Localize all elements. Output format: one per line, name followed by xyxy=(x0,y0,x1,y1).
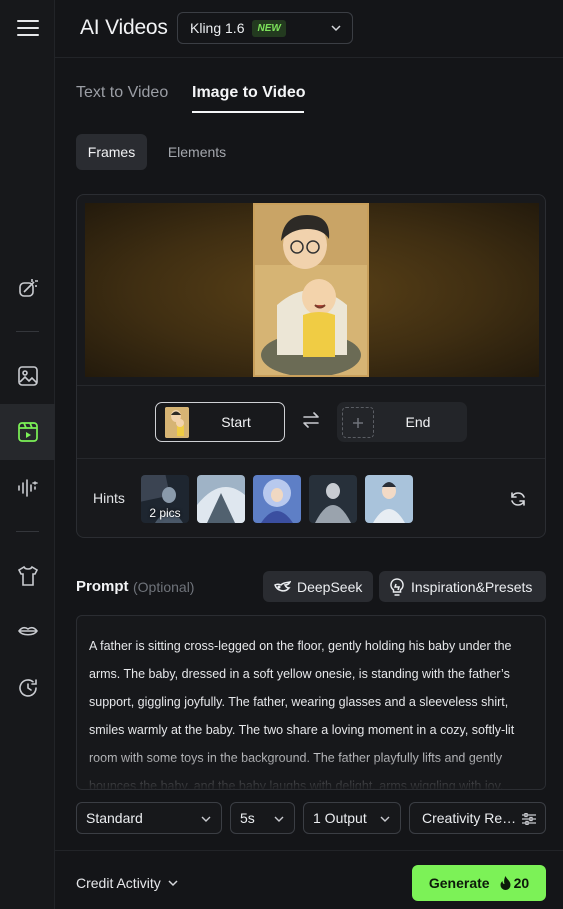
creativity-settings-button[interactable]: Creativity Re… xyxy=(409,802,546,834)
swap-icon[interactable] xyxy=(302,412,320,428)
video-icon xyxy=(17,422,38,442)
generate-cost-value: 20 xyxy=(513,875,530,891)
image-icon xyxy=(17,366,38,386)
duration-select[interactable]: 5s xyxy=(230,802,295,834)
frames-panel: Start End Hints 2 pics xyxy=(76,194,546,538)
sidebar-divider xyxy=(16,331,39,332)
model-name: Kling 1.6 xyxy=(190,20,245,36)
tab-image-to-video[interactable]: Image to Video xyxy=(192,84,306,102)
mode-select[interactable]: Standard xyxy=(76,802,222,834)
start-frame-image xyxy=(253,203,369,377)
credit-activity-dropdown[interactable]: Credit Activity xyxy=(76,875,179,891)
new-badge: NEW xyxy=(252,19,286,37)
hint-thumbnail[interactable] xyxy=(197,475,245,523)
deepseek-label: DeepSeek xyxy=(297,578,363,595)
magic-wand-icon xyxy=(18,279,38,297)
sidebar-item-videos[interactable] xyxy=(0,404,55,460)
menu-icon xyxy=(16,20,39,36)
prompt-fade xyxy=(77,745,545,789)
outputs-value: 1 Output xyxy=(313,810,367,826)
start-frame-button[interactable]: Start xyxy=(155,402,285,442)
hint-count-badge: 2 pics xyxy=(149,506,181,520)
hint-thumbnail[interactable] xyxy=(365,475,413,523)
page-title: AI Videos xyxy=(80,16,168,39)
audio-wave-icon xyxy=(17,479,38,497)
prompt-optional-label: (Optional) xyxy=(133,579,195,595)
mode-value: Standard xyxy=(86,810,143,826)
menu-button[interactable] xyxy=(0,0,55,56)
generate-label: Generate xyxy=(428,875,490,891)
header: AI Videos Kling 1.6 NEW xyxy=(55,0,563,58)
chevron-down-icon xyxy=(168,880,178,887)
hint-thumbnail[interactable] xyxy=(253,475,301,523)
hints-label: Hints xyxy=(93,490,125,506)
credit-activity-label: Credit Activity xyxy=(76,875,161,891)
chevron-down-icon xyxy=(274,816,284,822)
frame-preview[interactable] xyxy=(85,203,539,377)
refresh-icon[interactable] xyxy=(509,490,527,508)
sidebar-item-audio[interactable] xyxy=(0,460,55,516)
end-label: End xyxy=(405,414,431,430)
shirt-icon xyxy=(17,565,38,586)
sidebar-item-lip-sync[interactable] xyxy=(0,604,55,660)
deepseek-button[interactable]: DeepSeek xyxy=(263,571,373,602)
subtab-elements[interactable]: Elements xyxy=(156,134,238,170)
duration-value: 5s xyxy=(240,810,255,826)
chevron-down-icon xyxy=(201,816,211,822)
inspiration-label: Inspiration&Presets xyxy=(411,578,533,595)
deepseek-whale-icon xyxy=(274,580,291,592)
inspiration-presets-button[interactable]: Inspiration&Presets xyxy=(379,571,546,602)
divider xyxy=(77,385,545,386)
hint-thumbnail[interactable] xyxy=(309,475,357,523)
subtab-frames[interactable]: Frames xyxy=(76,134,147,170)
start-label: Start xyxy=(221,414,251,430)
sidebar-item-try-on[interactable] xyxy=(0,548,55,604)
creativity-value: Creativity Re… xyxy=(422,810,517,826)
outputs-select[interactable]: 1 Output xyxy=(303,802,401,834)
lightbulb-icon xyxy=(390,577,404,596)
generate-button[interactable]: Generate 20 xyxy=(412,865,546,901)
sidebar-item-effects[interactable] xyxy=(0,260,55,316)
sidebar xyxy=(0,0,55,909)
divider xyxy=(77,458,545,459)
tab-text-to-video[interactable]: Text to Video xyxy=(76,84,168,102)
sliders-icon xyxy=(522,813,536,825)
sidebar-divider xyxy=(16,531,39,532)
end-frame-button[interactable]: End xyxy=(337,402,467,442)
chevron-down-icon xyxy=(331,25,341,32)
prompt-textarea[interactable]: A father is sitting cross-legged on the … xyxy=(76,615,546,790)
model-select[interactable]: Kling 1.6 NEW xyxy=(177,12,353,44)
chevron-down-icon xyxy=(380,816,390,822)
history-icon xyxy=(18,679,37,697)
lips-icon xyxy=(17,626,38,636)
hint-thumbnail[interactable]: 2 pics xyxy=(141,475,189,523)
generate-cost: 20 xyxy=(500,875,530,891)
flame-icon xyxy=(500,876,511,890)
active-tab-indicator xyxy=(192,111,304,113)
sidebar-item-history[interactable] xyxy=(0,660,55,716)
sidebar-item-images[interactable] xyxy=(0,348,55,404)
prompt-label: Prompt xyxy=(76,578,129,595)
